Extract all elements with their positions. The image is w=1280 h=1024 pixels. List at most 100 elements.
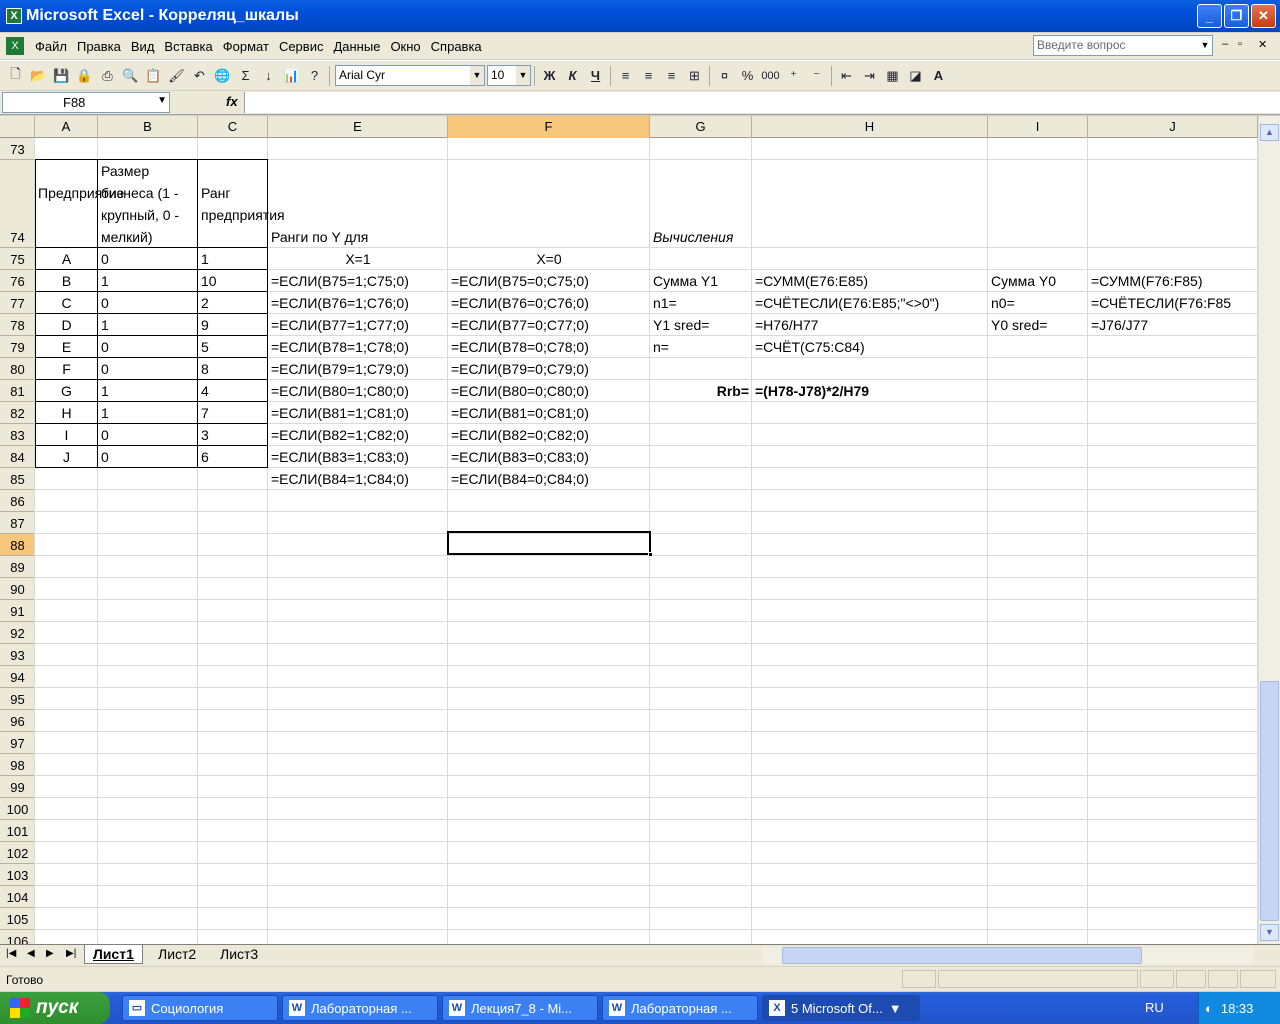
- italic-button[interactable]: К: [561, 65, 584, 87]
- menu-window[interactable]: Окно: [385, 39, 425, 54]
- cell-f75[interactable]: X=0: [448, 248, 650, 270]
- col-header-g[interactable]: G: [650, 116, 752, 138]
- row-header-84[interactable]: 84: [0, 446, 35, 468]
- cell-a80[interactable]: F: [35, 358, 98, 380]
- task-item-folder[interactable]: ▭ Социология: [122, 995, 278, 1021]
- cell-a79[interactable]: E: [35, 336, 98, 358]
- chevron-down-icon[interactable]: ▼: [157, 95, 167, 106]
- row-header-106[interactable]: 106: [0, 930, 35, 944]
- cell-b77[interactable]: 0: [98, 292, 198, 314]
- align-right-icon[interactable]: ≡: [660, 65, 683, 87]
- row-header-102[interactable]: 102: [0, 842, 35, 864]
- cell-g74[interactable]: Вычисления: [650, 226, 736, 248]
- ask-question-input[interactable]: Введите вопрос ▼: [1033, 35, 1213, 56]
- permission-icon[interactable]: 🔒: [73, 65, 96, 87]
- last-sheet-icon[interactable]: ▶|: [66, 948, 76, 959]
- menu-view[interactable]: Вид: [126, 39, 160, 54]
- network-icon[interactable]: ◐: [1205, 1001, 1213, 1016]
- cell-e79[interactable]: =ЕСЛИ(B78=1;C78;0): [268, 336, 448, 358]
- row-header-93[interactable]: 93: [0, 644, 35, 666]
- cell-a75[interactable]: A: [35, 248, 98, 270]
- clock[interactable]: 18:33: [1221, 1001, 1254, 1016]
- start-button[interactable]: пуск: [0, 992, 110, 1024]
- name-box[interactable]: F88 ▼: [2, 92, 170, 113]
- cell-g76[interactable]: Сумма Y1: [650, 270, 721, 292]
- cell-h78[interactable]: =H76/H77: [752, 314, 821, 336]
- row-header-104[interactable]: 104: [0, 886, 35, 908]
- row-header-97[interactable]: 97: [0, 732, 35, 754]
- cell-b78[interactable]: 1: [98, 314, 198, 336]
- font-size-select[interactable]: 10 ▼: [487, 65, 531, 86]
- tab-sheet1[interactable]: Лист1: [84, 945, 143, 964]
- cell-h76[interactable]: =СУММ(E76:E85): [752, 270, 871, 292]
- task-item-office-group[interactable]: X 5 Microsoft Of... ▼: [762, 995, 920, 1021]
- fill-handle[interactable]: [648, 552, 653, 557]
- selected-cell-f88[interactable]: [447, 531, 653, 557]
- row-header-74[interactable]: 74: [0, 160, 35, 248]
- cell-b74[interactable]: Размер бизнеса (1 - крупный, 0 - мелкий): [98, 160, 198, 248]
- row-header-85[interactable]: 85: [0, 468, 35, 490]
- chevron-down-icon[interactable]: ▼: [470, 66, 484, 85]
- row-header-96[interactable]: 96: [0, 710, 35, 732]
- cell-f83[interactable]: =ЕСЛИ(B82=0;C82;0): [448, 424, 650, 446]
- font-color-icon[interactable]: A: [927, 65, 950, 87]
- tab-sheet2[interactable]: Лист2: [150, 945, 204, 964]
- vertical-scroll-thumb[interactable]: [1260, 681, 1279, 921]
- row-header-73[interactable]: 73: [0, 138, 35, 160]
- row-header-88[interactable]: 88: [0, 534, 35, 556]
- row-header-99[interactable]: 99: [0, 776, 35, 798]
- row-header-79[interactable]: 79: [0, 336, 35, 358]
- row-header-91[interactable]: 91: [0, 600, 35, 622]
- row-header-101[interactable]: 101: [0, 820, 35, 842]
- tab-sheet3[interactable]: Лист3: [212, 945, 266, 964]
- row-header-92[interactable]: 92: [0, 622, 35, 644]
- col-header-h[interactable]: H: [752, 116, 988, 138]
- cell-f82[interactable]: =ЕСЛИ(B81=0;C81;0): [448, 402, 650, 424]
- row-header-81[interactable]: 81: [0, 380, 35, 402]
- row-header-94[interactable]: 94: [0, 666, 35, 688]
- cell-f80[interactable]: =ЕСЛИ(B79=0;C79;0): [448, 358, 650, 380]
- restore-button[interactable]: ❐: [1224, 4, 1249, 28]
- cell-b76[interactable]: 1: [98, 270, 198, 292]
- row-header-77[interactable]: 77: [0, 292, 35, 314]
- row-header-82[interactable]: 82: [0, 402, 35, 424]
- decrease-indent-icon[interactable]: ⇤: [835, 65, 858, 87]
- prev-sheet-icon[interactable]: ◀: [27, 948, 35, 959]
- col-header-b[interactable]: B: [98, 116, 198, 138]
- cell-b84[interactable]: 0: [98, 446, 198, 468]
- worksheet-grid[interactable]: A B C E F G H I J 73 74 75 76 77 78 79 80 81 82 83…: [0, 116, 1258, 944]
- cell-b80[interactable]: 0: [98, 358, 198, 380]
- cell-j78[interactable]: =J76/J77: [1088, 314, 1151, 336]
- currency-icon[interactable]: ¤: [713, 65, 736, 87]
- next-sheet-icon[interactable]: ▶: [46, 948, 54, 959]
- language-indicator[interactable]: RU: [1145, 1000, 1164, 1015]
- open-icon[interactable]: 📂: [27, 65, 50, 87]
- task-item-word1[interactable]: W Лабораторная ...: [282, 995, 438, 1021]
- help-icon[interactable]: ?: [303, 65, 326, 87]
- col-header-a[interactable]: A: [35, 116, 98, 138]
- cell-f77[interactable]: =ЕСЛИ(B76=0;C76;0): [448, 292, 650, 314]
- scroll-up-icon[interactable]: ▲: [1260, 124, 1279, 141]
- paste-icon[interactable]: 📋: [142, 65, 165, 87]
- autosum-icon[interactable]: Σ: [234, 65, 257, 87]
- row-header-89[interactable]: 89: [0, 556, 35, 578]
- thousands-button[interactable]: 000: [759, 65, 782, 87]
- borders-icon[interactable]: ▦: [881, 65, 904, 87]
- bold-button[interactable]: Ж: [538, 65, 561, 87]
- cell-c75[interactable]: 1: [198, 248, 268, 270]
- align-center-icon[interactable]: ≡: [637, 65, 660, 87]
- cell-c74[interactable]: Ранг предприятия: [198, 182, 285, 226]
- new-icon[interactable]: 🗋: [4, 65, 27, 87]
- cell-f76[interactable]: =ЕСЛИ(B75=0;C75;0): [448, 270, 650, 292]
- cell-g78[interactable]: Y1 sred=: [650, 314, 712, 336]
- cell-e76[interactable]: =ЕСЛИ(B75=1;C75;0): [268, 270, 448, 292]
- cell-e80[interactable]: =ЕСЛИ(B79=1;C79;0): [268, 358, 448, 380]
- decrease-decimal-icon[interactable]: ⁻: [805, 65, 828, 87]
- horizontal-scroll-thumb[interactable]: [782, 947, 1142, 964]
- cell-b79[interactable]: 0: [98, 336, 198, 358]
- cell-a82[interactable]: H: [35, 402, 98, 424]
- col-header-c[interactable]: C: [198, 116, 268, 138]
- cell-e82[interactable]: =ЕСЛИ(B81=1;C81;0): [268, 402, 448, 424]
- cell-b83[interactable]: 0: [98, 424, 198, 446]
- percent-button[interactable]: %: [736, 65, 759, 87]
